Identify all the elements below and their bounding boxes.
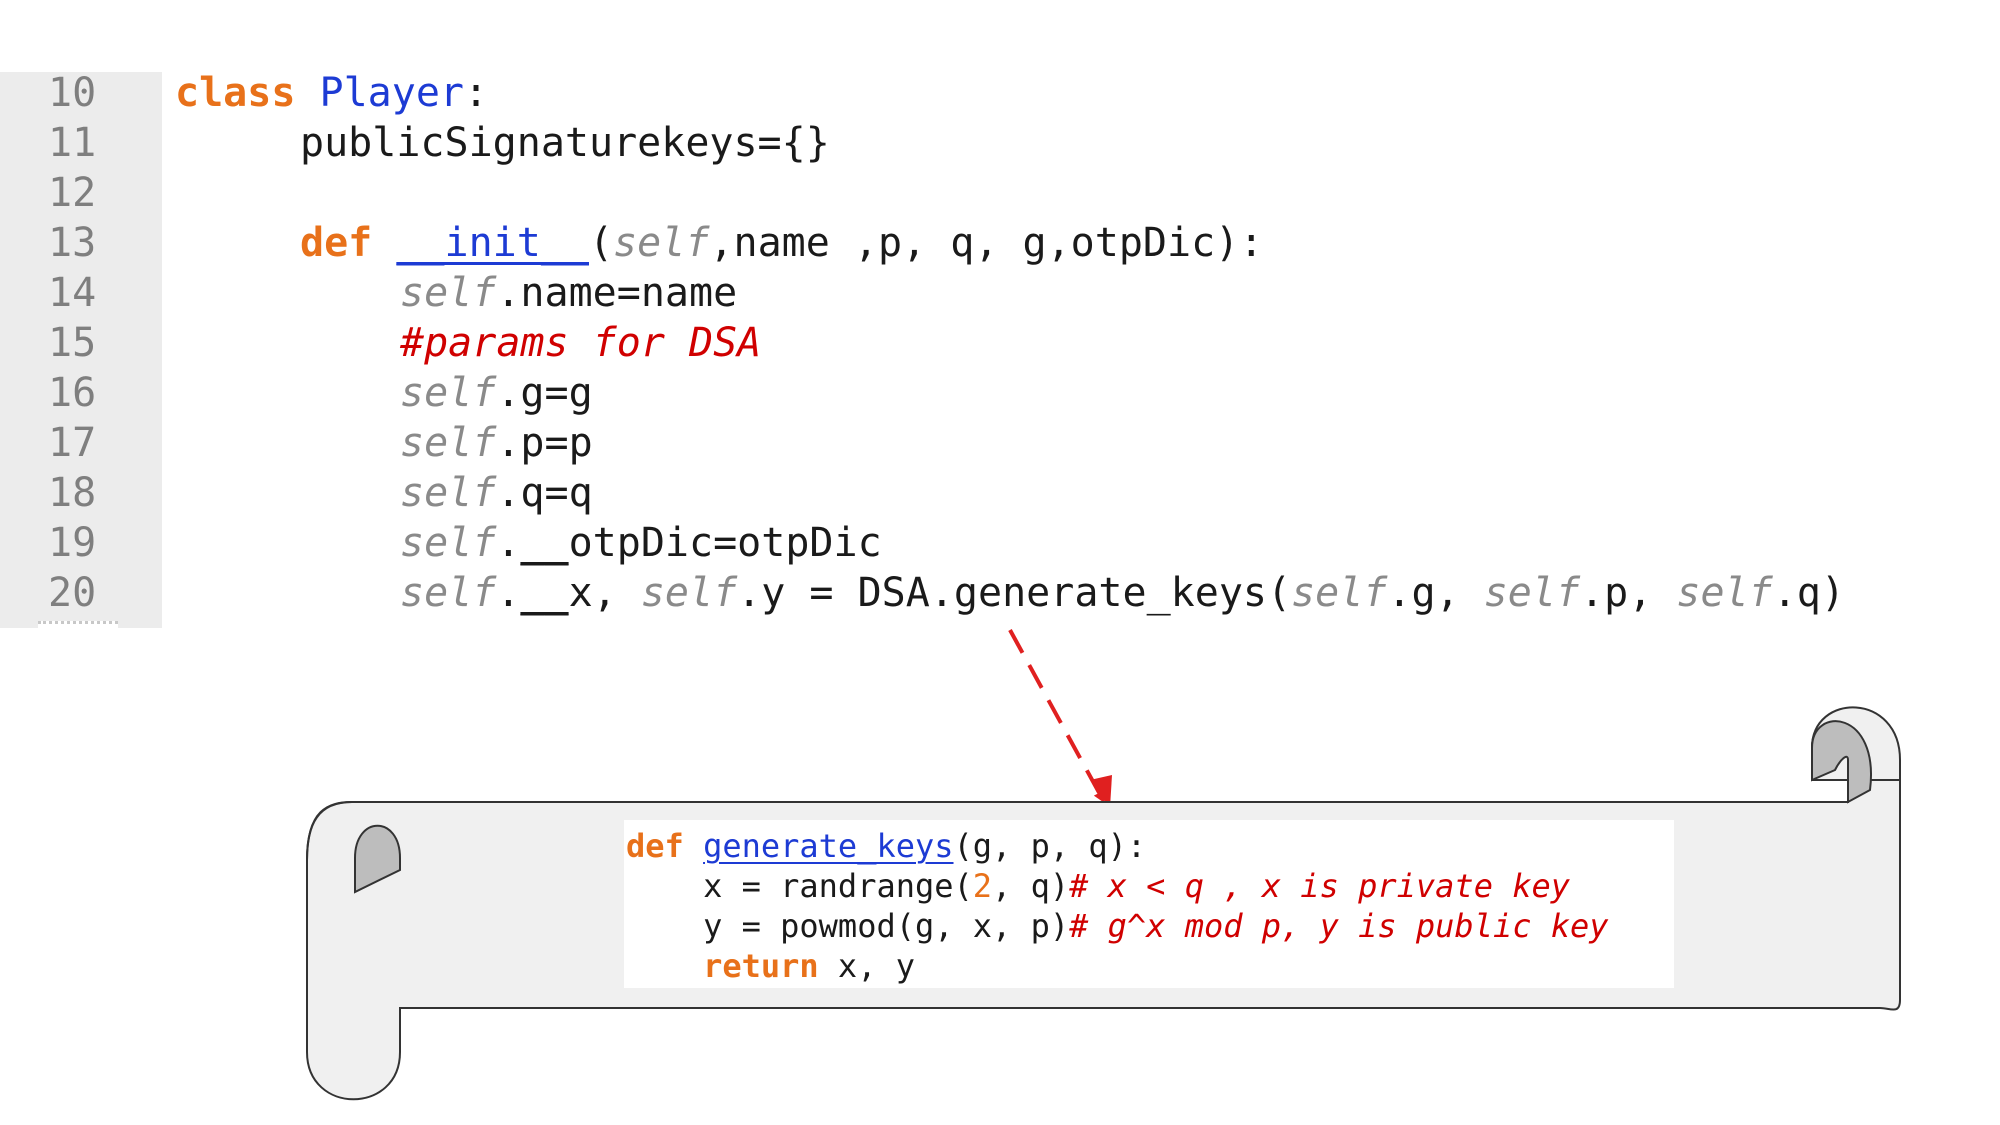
snippet-token: 2 [972, 867, 993, 905]
snippet-token: y = powmod(g, x, p) [626, 907, 1070, 945]
snippet-token: # g^x mod p, y is public key [1069, 907, 1609, 945]
snippet-token: (g, p, q): [953, 827, 1147, 865]
snippet-token: # x < q , x is private key [1069, 867, 1571, 905]
dashed-arrow [1008, 629, 1105, 804]
snippet-token: x, y [818, 947, 915, 985]
snippet-line: def generate_keys(g, p, q): [626, 826, 1146, 866]
snippet-token [684, 827, 703, 865]
snippet-line: return x, y [626, 946, 915, 986]
snippet-token: x = randrange( [626, 867, 973, 905]
snippet-token: def [626, 827, 684, 865]
snippet-token: , q) [992, 867, 1070, 905]
snippet-token: generate_keys [703, 827, 954, 865]
snippet-token [626, 947, 703, 985]
snippet-token: return [703, 947, 819, 985]
snippet-line: y = powmod(g, x, p)# g^x mod p, y is pub… [626, 906, 1609, 946]
generate-keys-snippet: def generate_keys(g, p, q): x = randrang… [624, 820, 1674, 988]
snippet-line: x = randrange(2, q)# x < q , x is privat… [626, 866, 1570, 906]
